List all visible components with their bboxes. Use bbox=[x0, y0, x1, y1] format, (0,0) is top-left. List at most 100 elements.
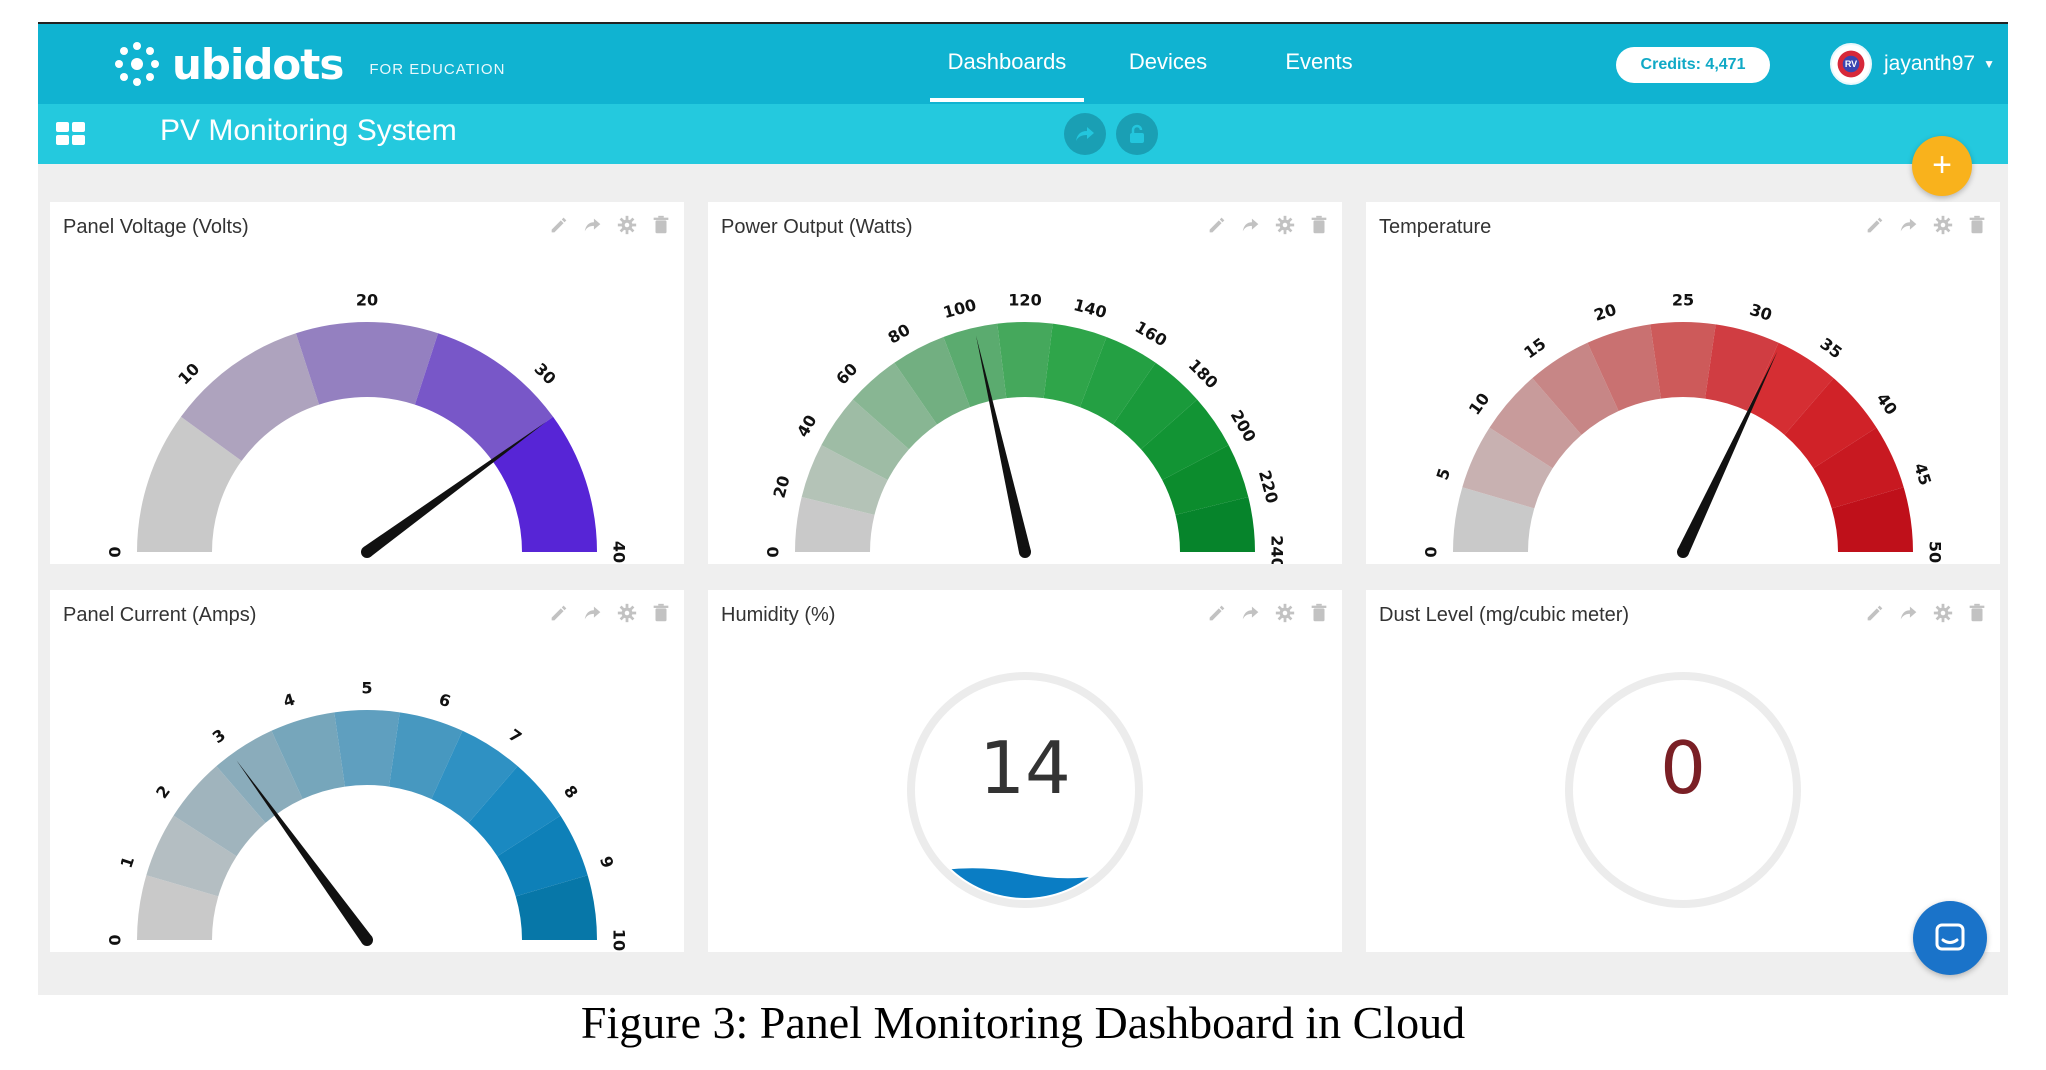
share-icon[interactable] bbox=[582, 214, 604, 236]
gauge-tick-label: 40 bbox=[1873, 389, 1901, 418]
delete-icon[interactable] bbox=[1308, 214, 1330, 236]
widget-tools bbox=[1206, 214, 1330, 236]
widget-dust-level[interactable]: Dust Level (mg/cubic meter) 0 bbox=[1366, 590, 2000, 952]
edit-icon[interactable] bbox=[1206, 602, 1228, 624]
dashboard-frame: ubidots FOR EDUCATION Dashboards Devices… bbox=[38, 22, 2008, 995]
share-icon[interactable] bbox=[1240, 602, 1262, 624]
gauge-tick-label: 7 bbox=[505, 725, 525, 747]
figure-caption: Figure 3: Panel Monitoring Dashboard in … bbox=[580, 997, 1466, 1048]
gauge-tick-label: 180 bbox=[1185, 355, 1222, 392]
settings-icon[interactable] bbox=[616, 602, 638, 624]
edit-icon[interactable] bbox=[548, 602, 570, 624]
gauge-tick-label: 140 bbox=[1072, 295, 1109, 322]
widget-humidity[interactable]: Humidity (%) 14 bbox=[708, 590, 1342, 952]
edit-icon[interactable] bbox=[1206, 214, 1228, 236]
avatar-logo: RV bbox=[1836, 49, 1866, 79]
gauge-tick-label: 80 bbox=[885, 320, 914, 348]
widget-temperature[interactable]: Temperature 0 5 10 15 20 25 30 35 40 45 50 bbox=[1366, 202, 2000, 564]
share-icon[interactable] bbox=[1898, 602, 1920, 624]
share-icon bbox=[1076, 127, 1094, 141]
gauge-needle-hub bbox=[1677, 546, 1689, 558]
gauge-segment bbox=[334, 710, 400, 787]
gauge-tick-label: 8 bbox=[560, 782, 582, 802]
dashboard-header: PV Monitoring System bbox=[38, 104, 2008, 164]
settings-icon[interactable] bbox=[1932, 602, 1954, 624]
edit-icon[interactable] bbox=[1864, 214, 1886, 236]
grid-icon[interactable] bbox=[56, 122, 86, 146]
gauge-tick-label: 200 bbox=[1227, 407, 1260, 445]
gauge-tick-label: 50 bbox=[1926, 541, 1945, 563]
gauge-tick-label: 45 bbox=[1910, 461, 1935, 488]
chat-icon bbox=[1935, 923, 1965, 951]
share-dashboard-button[interactable] bbox=[1064, 113, 1106, 155]
gauge-tick-label: 220 bbox=[1255, 468, 1282, 505]
active-nav-underline bbox=[930, 98, 1084, 102]
gauge-tick-label: 0 bbox=[106, 934, 125, 945]
gauge-tick-label: 25 bbox=[1672, 291, 1694, 310]
gauge-tick-label: 100 bbox=[941, 295, 978, 322]
settings-icon[interactable] bbox=[616, 214, 638, 236]
edit-icon[interactable] bbox=[548, 214, 570, 236]
gauge-tick-label: 160 bbox=[1132, 317, 1170, 350]
gauge-tick-label: 15 bbox=[1520, 334, 1549, 362]
gauge-tick-label: 6 bbox=[437, 690, 453, 712]
gauge: 0 20 40 60 80 100 120 140 160 180200 220 240 bbox=[764, 291, 1287, 565]
widget-power-output[interactable]: Power Output (Watts) 0 20 40 60 80 100 120 140 1… bbox=[708, 202, 1342, 564]
indicator-value: 14 bbox=[979, 726, 1071, 810]
settings-icon[interactable] bbox=[1932, 214, 1954, 236]
gauge-needle-hub bbox=[1019, 546, 1031, 558]
gauge-tick-label: 0 bbox=[1422, 546, 1441, 557]
widget-title: Temperature bbox=[1379, 216, 1492, 238]
gauge-tick-label: 30 bbox=[1747, 300, 1774, 325]
gauge-segment bbox=[295, 322, 439, 405]
gauge-tick-label: 10 bbox=[610, 929, 629, 951]
gauge-tick-label: 0 bbox=[106, 546, 125, 557]
share-icon[interactable] bbox=[1898, 214, 1920, 236]
gauge-tick-label: 5 bbox=[361, 679, 372, 698]
add-widget-button[interactable]: + bbox=[1912, 136, 1972, 196]
settings-icon[interactable] bbox=[1274, 602, 1296, 624]
widget-tools bbox=[1864, 602, 1988, 624]
chat-support-button[interactable] bbox=[1913, 901, 1987, 975]
widget-title: Panel Current (Amps) bbox=[63, 604, 257, 626]
gauge-needle-hub bbox=[361, 546, 373, 558]
avatar: RV bbox=[1830, 43, 1872, 85]
ubidots-logo[interactable]: ubidots FOR EDUCATION bbox=[110, 36, 505, 92]
widget-tools bbox=[548, 602, 672, 624]
gauge-needle-hub bbox=[361, 934, 373, 946]
gauge-tick-label: 60 bbox=[832, 359, 861, 388]
gauge-tick-label: 120 bbox=[1008, 291, 1041, 310]
indicator: 0 bbox=[1366, 630, 2000, 952]
indicator-value: 0 bbox=[1660, 726, 1706, 810]
gauge-tick-label: 3 bbox=[209, 725, 229, 747]
widget-tools bbox=[1206, 602, 1330, 624]
credits-badge[interactable]: Credits: 4,471 bbox=[1616, 47, 1770, 83]
settings-icon[interactable] bbox=[1274, 214, 1296, 236]
gauge-tick-label: 35 bbox=[1817, 334, 1846, 362]
delete-icon[interactable] bbox=[1308, 602, 1330, 624]
nav-events[interactable]: Events bbox=[1264, 24, 1374, 104]
edition-label: FOR EDUCATION bbox=[369, 60, 506, 78]
edit-icon[interactable] bbox=[1864, 602, 1886, 624]
gauge-tick-label: 20 bbox=[1592, 300, 1619, 325]
gauge: 0 1 2 3 4 5 6 7 8 9 10 bbox=[106, 679, 629, 952]
delete-icon[interactable] bbox=[650, 214, 672, 236]
user-menu[interactable]: RV jayanth97 ▼ bbox=[1830, 42, 1995, 86]
gauge-tick-label: 10 bbox=[1465, 389, 1493, 418]
gauge: 0 5 10 15 20 25 30 35 40 45 50 bbox=[1422, 291, 1945, 564]
nav-dashboards[interactable]: Dashboards bbox=[930, 24, 1084, 104]
delete-icon[interactable] bbox=[1966, 214, 1988, 236]
widget-tools bbox=[1864, 214, 1988, 236]
share-icon[interactable] bbox=[1240, 214, 1262, 236]
widget-panel-voltage[interactable]: Panel Voltage (Volts) 0 10 20 30 40 bbox=[50, 202, 684, 564]
lock-icon bbox=[1130, 124, 1144, 143]
username: jayanth97 bbox=[1884, 52, 1976, 75]
gauge-tick-label: 2 bbox=[152, 782, 174, 802]
delete-icon[interactable] bbox=[1966, 602, 1988, 624]
widget-panel-current[interactable]: Panel Current (Amps) 0 1 2 3 4 5 6 7 8 9 10 bbox=[50, 590, 684, 952]
nav-devices[interactable]: Devices bbox=[1108, 24, 1228, 104]
gauge-tick-label: 40 bbox=[610, 541, 629, 563]
lock-dashboard-button[interactable] bbox=[1116, 113, 1158, 155]
share-icon[interactable] bbox=[582, 602, 604, 624]
delete-icon[interactable] bbox=[650, 602, 672, 624]
